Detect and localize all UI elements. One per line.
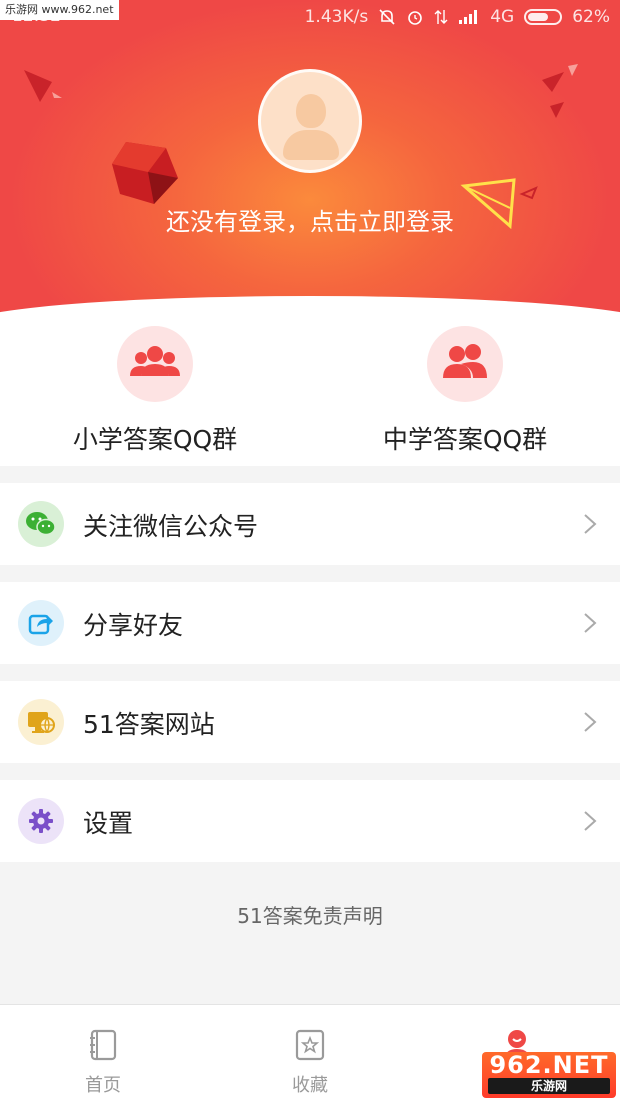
decor-triangle-right-icon (542, 64, 578, 118)
tab-favorites[interactable]: 收藏 (207, 1005, 413, 1102)
menu-item-label: 51答案网站 (83, 710, 215, 739)
menu-item-website[interactable]: 51答案网站 (0, 681, 620, 763)
tab-label: 首页 (85, 1075, 121, 1096)
chevron-right-icon (584, 613, 597, 633)
primary-school-qq-group[interactable]: 小学答案QQ群 (0, 326, 310, 456)
star-icon (295, 1029, 325, 1061)
primary-school-qq-label: 小学答案QQ群 (72, 425, 238, 454)
middle-school-qq-group[interactable]: 中学答案QQ群 (310, 326, 620, 456)
chevron-right-icon (584, 514, 597, 534)
data-arrows-icon (434, 10, 448, 24)
decor-triangle-left-icon (24, 70, 62, 102)
wechat-icon (18, 501, 64, 547)
decor-gem-icon (112, 142, 178, 204)
menu-item-label: 关注微信公众号 (83, 512, 259, 541)
battery-icon (524, 9, 563, 25)
menu-item-wechat[interactable]: 关注微信公众号 (0, 483, 620, 565)
group-users-icon (427, 326, 503, 402)
menu-item-label: 设置 (83, 809, 134, 838)
notebook-icon (90, 1029, 117, 1061)
tab-home[interactable]: 首页 (0, 1005, 206, 1102)
menu-item-share[interactable]: 分享好友 (0, 582, 620, 664)
website-icon (18, 699, 64, 745)
alarm-icon (408, 11, 423, 25)
disclaimer-link[interactable]: 51答案免责声明 (0, 900, 620, 929)
battery-percent: 62% (572, 7, 610, 27)
network-speed: 1.43K/s (304, 7, 369, 27)
middle-school-qq-label: 中学答案QQ群 (382, 425, 548, 454)
avatar-body-icon (283, 130, 339, 160)
login-prompt[interactable]: 还没有登录，点击立即登录 (0, 202, 620, 237)
chevron-right-icon (584, 712, 597, 732)
menu-item-settings[interactable]: 设置 (0, 780, 620, 862)
tab-label: 收藏 (292, 1075, 328, 1096)
group-icon (117, 326, 193, 402)
watermark-small-text: 乐游网 (488, 1078, 610, 1094)
mute-bell-icon (379, 9, 395, 25)
watermark-logo: 962.NET 乐游网 (482, 1052, 616, 1098)
signal-icon (459, 10, 478, 24)
avatar-head-icon (296, 94, 326, 128)
menu-item-label: 分享好友 (83, 611, 184, 640)
gear-icon (18, 798, 64, 844)
qq-groups-section: 小学答案QQ群 中学答案QQ群 (0, 318, 620, 466)
status-indicators: 1.43K/s 4G 62% (305, 7, 610, 27)
watermark-top: 乐游网 www.962.net (0, 0, 119, 20)
network-type: 4G (490, 7, 515, 27)
chevron-right-icon (584, 811, 597, 831)
profile-header[interactable]: 12:32 1.43K/s 4G 62% 乐游 (0, 0, 620, 330)
share-icon (18, 600, 64, 646)
avatar[interactable] (258, 69, 362, 173)
watermark-big-text: 962.NET (489, 1051, 609, 1079)
